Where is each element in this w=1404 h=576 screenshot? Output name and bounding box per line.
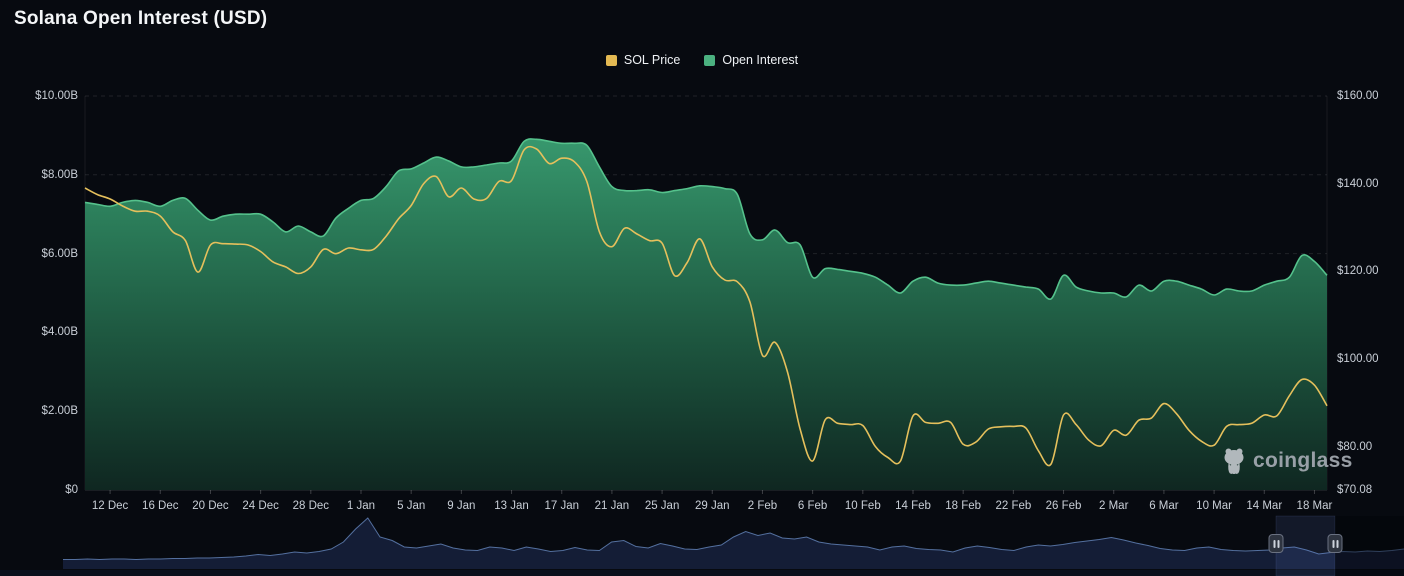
- x-axis-tick-label: 6 Feb: [798, 500, 827, 512]
- x-axis-tick-label: 10 Mar: [1196, 500, 1232, 512]
- open-interest-area: [85, 139, 1327, 490]
- right-axis-tick-label: $140.00: [1337, 178, 1379, 190]
- legend-item-sol-price[interactable]: SOL Price: [606, 53, 681, 67]
- left-axis-tick-label: $0: [8, 484, 78, 496]
- coinglass-chart-page: Solana Open Interest (USD) SOL Price Ope…: [0, 0, 1404, 576]
- x-axis-tick-label: 6 Mar: [1149, 500, 1178, 512]
- x-axis-tick-label: 16 Dec: [142, 500, 178, 512]
- x-axis-tick-label: 14 Mar: [1246, 500, 1282, 512]
- legend: SOL Price Open Interest: [0, 53, 1404, 67]
- x-axis-tick-label: 14 Feb: [895, 500, 931, 512]
- left-axis-tick-label: $8.00B: [8, 169, 78, 181]
- coinglass-watermark: coinglass: [1222, 447, 1353, 475]
- x-axis-tick-label: 17 Jan: [544, 500, 579, 512]
- x-axis-tick-label: 20 Dec: [192, 500, 228, 512]
- x-axis-tick-label: 2 Mar: [1099, 500, 1128, 512]
- x-axis-tick-label: 25 Jan: [645, 500, 680, 512]
- legend-item-open-interest[interactable]: Open Interest: [704, 53, 798, 67]
- left-axis-tick-label: $10.00B: [8, 90, 78, 102]
- x-axis-ticks: [110, 490, 1314, 494]
- x-axis-tick-label: 22 Feb: [995, 500, 1031, 512]
- x-axis-tick-label: 9 Jan: [447, 500, 475, 512]
- chart-canvas[interactable]: [0, 0, 1404, 576]
- x-axis-tick-label: 28 Dec: [293, 500, 329, 512]
- navigator-selection[interactable]: [1276, 516, 1335, 576]
- coinglass-wordmark: coinglass: [1253, 449, 1353, 473]
- navigator[interactable]: [0, 516, 1404, 576]
- left-axis-tick-label: $4.00B: [8, 326, 78, 338]
- sol-price-swatch-icon: [606, 55, 617, 66]
- x-axis-tick-label: 21 Jan: [595, 500, 630, 512]
- x-axis-tick-label: 18 Feb: [945, 500, 981, 512]
- x-axis-tick-label: 10 Feb: [845, 500, 881, 512]
- x-axis-tick-label: 2 Feb: [748, 500, 777, 512]
- coinglass-logo-icon: [1222, 447, 1246, 475]
- x-axis-tick-label: 29 Jan: [695, 500, 730, 512]
- right-axis-tick-label: $120.00: [1337, 265, 1379, 277]
- navigator-left-handle[interactable]: [1269, 534, 1284, 553]
- right-axis-tick-label: $160.00: [1337, 90, 1379, 102]
- navigator-right-mask: [1335, 516, 1404, 576]
- x-axis-tick-label: 24 Dec: [242, 500, 278, 512]
- left-axis-tick-label: $6.00B: [8, 248, 78, 260]
- navigator-area: [63, 518, 1404, 569]
- legend-label-open-interest: Open Interest: [722, 53, 798, 67]
- right-axis-tick-label: $100.00: [1337, 353, 1379, 365]
- left-axis-tick-label: $2.00B: [8, 405, 78, 417]
- x-axis-tick-label: 13 Jan: [494, 500, 529, 512]
- x-axis-tick-label: 26 Feb: [1046, 500, 1082, 512]
- legend-label-sol-price: SOL Price: [624, 53, 681, 67]
- x-axis-tick-label: 5 Jan: [397, 500, 425, 512]
- x-axis-tick-label: 18 Mar: [1297, 500, 1333, 512]
- right-axis-tick-label: $70.08: [1337, 484, 1372, 496]
- x-axis-tick-label: 12 Dec: [92, 500, 128, 512]
- open-interest-swatch-icon: [704, 55, 715, 66]
- x-axis-tick-label: 1 Jan: [347, 500, 375, 512]
- navigator-right-handle[interactable]: [1328, 534, 1343, 553]
